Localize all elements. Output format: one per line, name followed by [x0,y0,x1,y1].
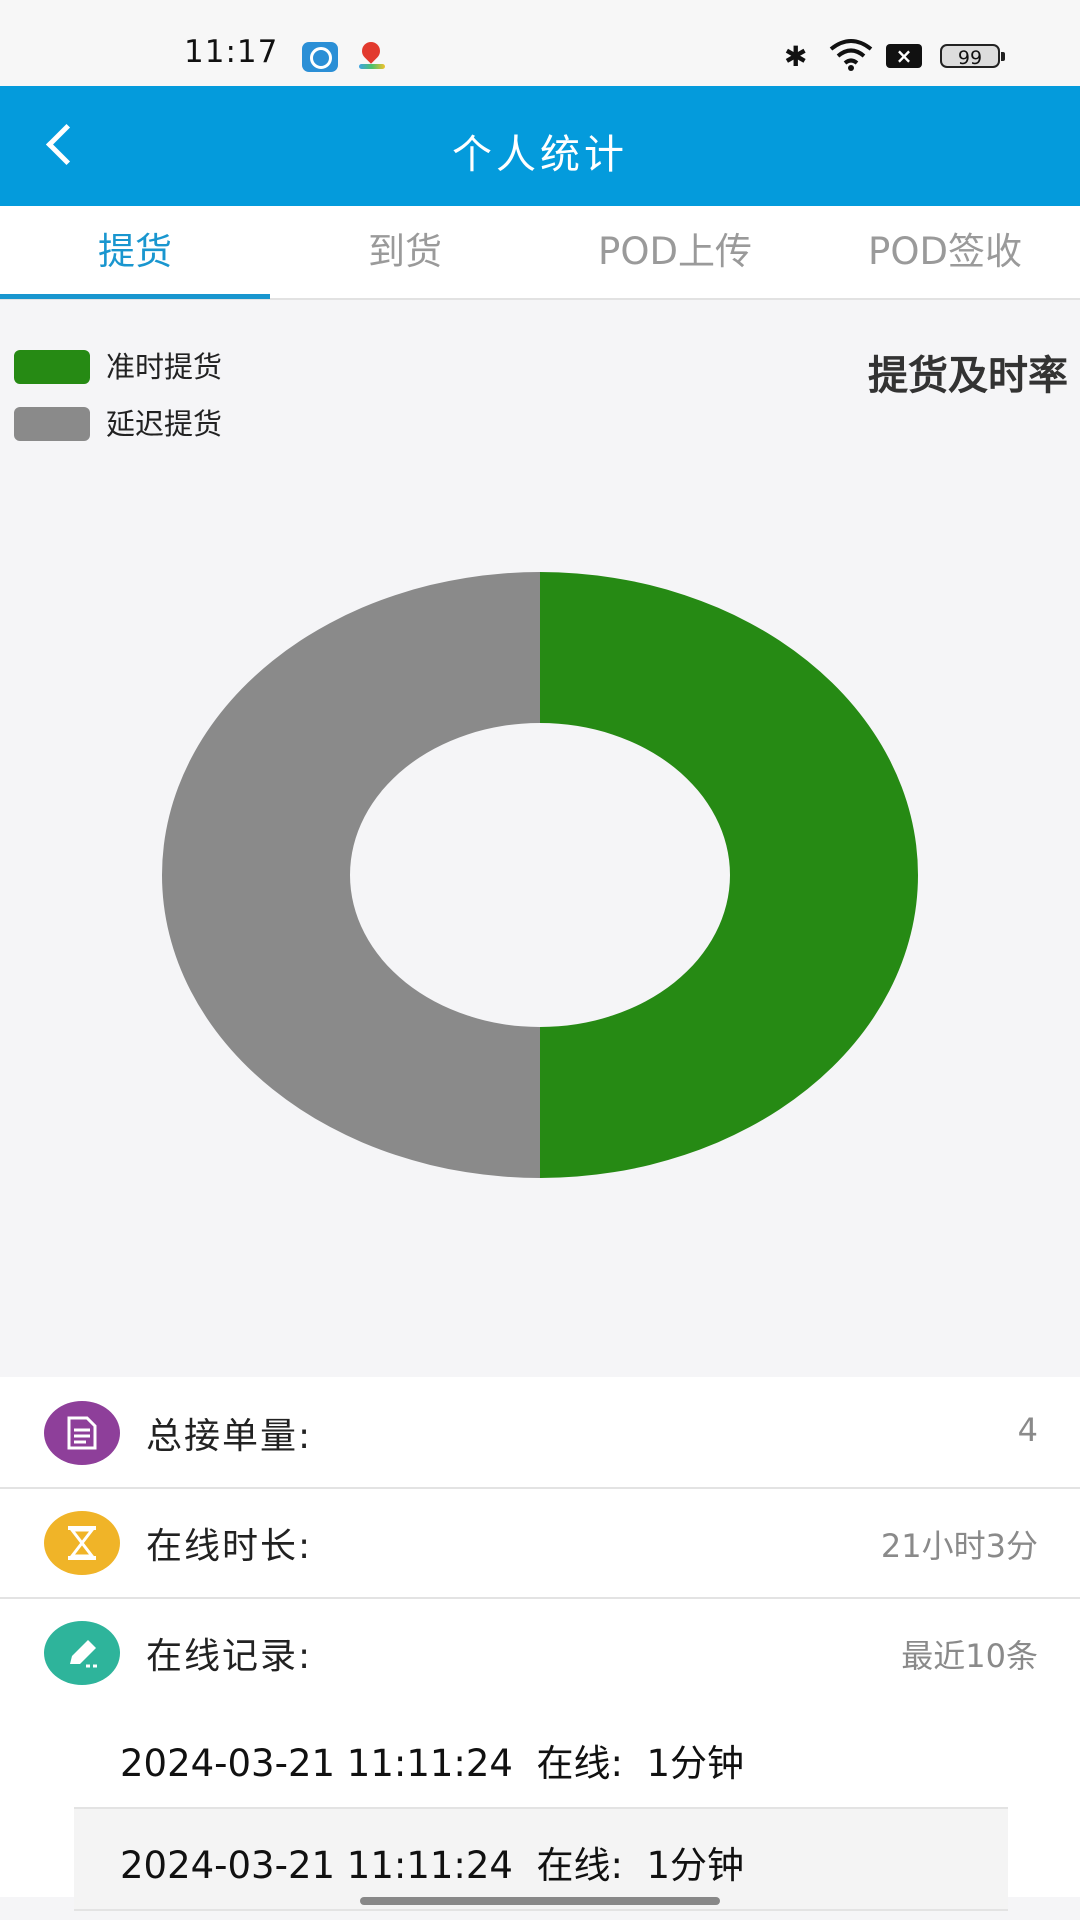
tab-bar: 提货 到货 POD上传 POD签收 [0,206,1080,300]
pencil-icon [44,1621,120,1685]
hourglass-icon [44,1511,120,1575]
stat-row-online-duration: 在线时长: 21小时3分 [0,1487,1080,1599]
online-records-list: 2024-03-21 11:11:24 在线: 1分钟 2024-03-21 1… [74,1707,1008,1911]
document-icon [44,1401,120,1465]
battery-icon: 99 [940,44,1005,69]
stats-panel: 总接单量: 4 在线时长: 21小时3分 在线记录: 最近10条 2024-03… [0,1377,1080,1911]
tab-arrival[interactable]: 到货 [270,206,540,298]
online-records-value: 最近10条 [901,1637,1038,1675]
total-orders-label: 总接单量: [146,1416,313,1457]
online-records-label: 在线记录: [146,1636,313,1677]
record-duration: 1分钟 [646,1844,745,1887]
chart-title: 提货及时率 [868,353,1068,399]
status-bar: 11:17 ✱ × 99 [0,0,1080,86]
donut-slice-delayed [162,572,540,1178]
stat-row-online-records[interactable]: 在线记录: 最近10条 [0,1597,1080,1707]
no-sim-icon: × [886,44,922,68]
list-item: 2024-03-21 11:11:24 在线: 1分钟 [74,1707,1008,1809]
steering-app-icon [302,42,338,72]
record-text: 2024-03-21 11:11:24 在线: 1分钟 [120,1733,744,1787]
record-time: 2024-03-21 11:11:24 [120,1742,513,1785]
tab-indicator [0,294,270,299]
donut-slice-on-time [540,572,918,1178]
home-indicator[interactable] [360,1897,720,1905]
donut-chart [162,572,918,1178]
tab-pod-upload[interactable]: POD上传 [540,206,810,298]
record-status: 在线: [536,1742,623,1785]
record-status: 在线: [536,1844,623,1887]
record-time: 2024-03-21 11:11:24 [120,1844,513,1887]
list-item: 2024-03-21 11:11:24 在线: 1分钟 [74,1809,1008,1911]
status-time: 11:17 [184,34,279,70]
app-bar: 个人统计 [0,86,1080,206]
map-pin-app-icon [358,38,385,72]
online-duration-value: 21小时3分 [880,1527,1038,1565]
wifi-icon [828,38,874,79]
record-text: 2024-03-21 11:11:24 在线: 1分钟 [120,1835,744,1889]
record-duration: 1分钟 [646,1742,745,1785]
legend-swatch-on-time [14,350,90,384]
stat-row-total-orders: 总接单量: 4 [0,1377,1080,1489]
tab-pod-signoff[interactable]: POD签收 [810,206,1080,298]
page-title: 个人统计 [452,132,628,178]
legend-label-on-time: 准时提货 [106,350,223,384]
tab-pickup[interactable]: 提货 [0,206,270,298]
total-orders-value: 4 [1017,1411,1038,1449]
online-duration-label: 在线时长: [146,1526,313,1567]
bluetooth-icon: ✱ [784,40,808,73]
